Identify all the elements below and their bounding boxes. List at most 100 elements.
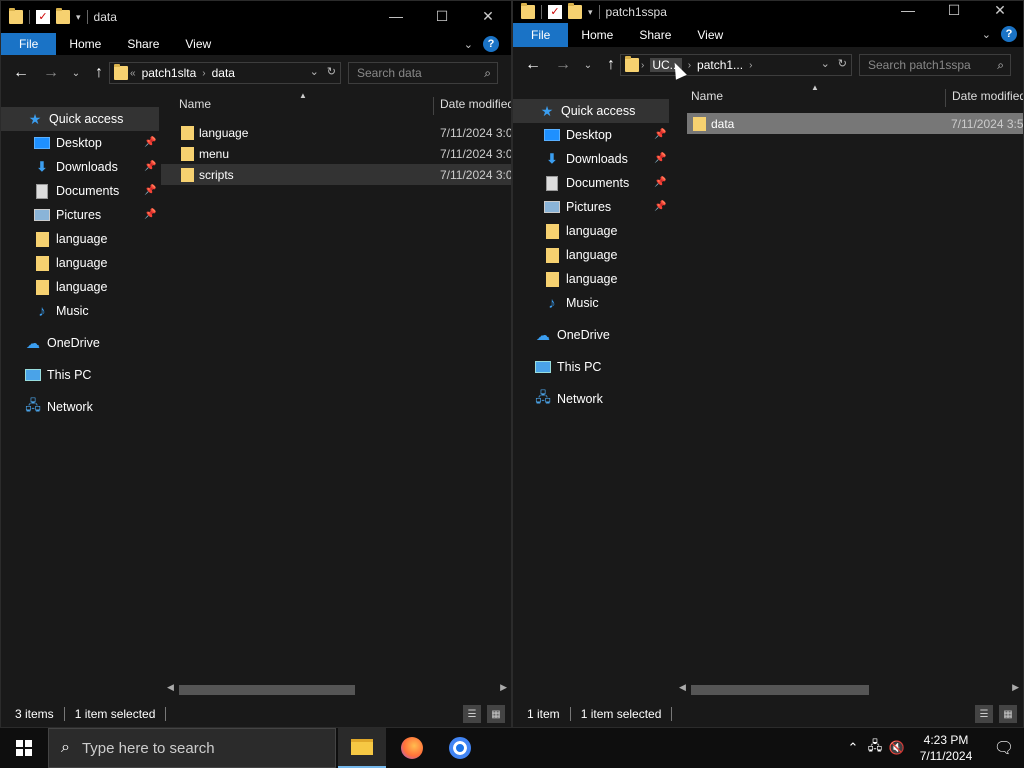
nav-item-language[interactable]: language bbox=[1, 275, 107, 299]
network-status-icon[interactable]: 🖧 bbox=[864, 737, 886, 759]
help-icon[interactable]: ? bbox=[1001, 26, 1017, 42]
overflow-chevron[interactable]: « bbox=[130, 68, 136, 79]
show-hidden-icons-icon[interactable]: ⌃ bbox=[842, 740, 864, 756]
expand-ribbon-icon[interactable]: ⌄ bbox=[982, 28, 991, 41]
close-button[interactable]: ✕ bbox=[465, 1, 511, 31]
properties-icon[interactable]: ✓ bbox=[36, 10, 50, 24]
clock[interactable]: 4:23 PM 7/11/2024 bbox=[908, 732, 984, 764]
nav-item-quick-access[interactable]: ★ Quick access bbox=[1, 107, 159, 131]
customize-toolbar-icon[interactable]: ▾ bbox=[588, 7, 593, 18]
large-icons-view-icon[interactable]: ▦ bbox=[487, 705, 505, 723]
pin-icon[interactable]: 📌 bbox=[144, 137, 156, 148]
breadcrumb-patch1[interactable]: patch1... bbox=[697, 58, 743, 72]
column-name[interactable]: Name bbox=[691, 89, 723, 103]
column-date-modified[interactable]: Date modified bbox=[945, 89, 1023, 107]
file-row[interactable]: language 7/11/2024 3:0 bbox=[161, 122, 511, 143]
tab-file[interactable]: File bbox=[513, 23, 569, 47]
tab-home[interactable]: Home bbox=[56, 33, 114, 55]
notifications-icon[interactable]: 🗨 bbox=[984, 738, 1024, 758]
forward-button[interactable]: → bbox=[551, 56, 575, 74]
nav-item-onedrive[interactable]: ☁ OneDrive bbox=[513, 323, 610, 347]
nav-item-language[interactable]: language bbox=[1, 251, 107, 275]
pin-icon[interactable]: 📌 bbox=[654, 129, 666, 140]
taskbar-firefox[interactable] bbox=[388, 728, 436, 768]
nav-item-desktop[interactable]: Desktop bbox=[513, 123, 612, 147]
title-bar[interactable]: ✓ ▾ patch1sspa — ☐ ✕ bbox=[513, 1, 1023, 23]
nav-item-pictures[interactable]: Pictures bbox=[1, 203, 101, 227]
volume-muted-icon[interactable]: 🔇 bbox=[886, 740, 908, 756]
recent-locations-button[interactable]: ⌄ bbox=[579, 60, 597, 71]
details-view-icon[interactable]: ☰ bbox=[975, 705, 993, 723]
tab-view[interactable]: View bbox=[172, 33, 224, 55]
file-row[interactable]: menu 7/11/2024 3:0 bbox=[161, 143, 511, 164]
nav-item-documents[interactable]: Documents bbox=[513, 171, 629, 195]
nav-item-downloads[interactable]: ⬇ Downloads bbox=[1, 155, 118, 179]
pin-icon[interactable]: 📌 bbox=[144, 185, 156, 196]
refresh-icon[interactable]: ↻ bbox=[327, 65, 336, 78]
title-bar[interactable]: ✓ ▾ data — ☐ ✕ bbox=[1, 1, 511, 33]
refresh-icon[interactable]: ↻ bbox=[838, 57, 847, 70]
pin-icon[interactable]: 📌 bbox=[144, 209, 156, 220]
nav-item-music[interactable]: ♪ Music bbox=[1, 299, 88, 323]
tab-share[interactable]: Share bbox=[626, 24, 684, 46]
maximize-button[interactable]: ☐ bbox=[419, 1, 465, 31]
address-dropdown-icon[interactable]: ⌄ bbox=[821, 57, 830, 70]
nav-item-language[interactable]: language bbox=[513, 243, 617, 267]
taskbar-file-explorer[interactable] bbox=[338, 728, 386, 768]
file-row-selected[interactable]: data 7/11/2024 3:56 bbox=[687, 113, 1023, 134]
help-icon[interactable]: ? bbox=[483, 36, 499, 52]
nav-item-network[interactable]: 🖧 Network bbox=[1, 395, 93, 419]
nav-item-network[interactable]: 🖧 Network bbox=[513, 387, 603, 411]
nav-item-language[interactable]: language bbox=[513, 219, 617, 243]
scroll-left-icon[interactable]: ◀ bbox=[167, 682, 174, 693]
column-name[interactable]: Name bbox=[179, 97, 211, 111]
nav-item-this-pc[interactable]: This PC bbox=[1, 363, 91, 387]
large-icons-view-icon[interactable]: ▦ bbox=[999, 705, 1017, 723]
file-row-selected[interactable]: scripts 7/11/2024 3:0 bbox=[161, 164, 511, 185]
search-input[interactable]: Search data ⌕ bbox=[348, 62, 498, 84]
nav-item-desktop[interactable]: Desktop bbox=[1, 131, 102, 155]
pin-icon[interactable]: 📌 bbox=[654, 177, 666, 188]
minimize-button[interactable]: — bbox=[885, 1, 931, 19]
nav-item-downloads[interactable]: ⬇ Downloads bbox=[513, 147, 628, 171]
pin-icon[interactable]: 📌 bbox=[654, 201, 666, 212]
breadcrumb-separator-icon[interactable]: › bbox=[202, 68, 205, 79]
expand-ribbon-icon[interactable]: ⌄ bbox=[464, 38, 473, 51]
nav-item-language[interactable]: language bbox=[1, 227, 107, 251]
pin-icon[interactable]: 📌 bbox=[654, 153, 666, 164]
properties-icon[interactable]: ✓ bbox=[548, 5, 562, 19]
nav-item-pictures[interactable]: Pictures bbox=[513, 195, 611, 219]
taskbar-chrome[interactable] bbox=[436, 728, 484, 768]
breadcrumb-separator-icon[interactable]: › bbox=[641, 60, 644, 71]
nav-item-language[interactable]: language bbox=[513, 267, 617, 291]
tab-share[interactable]: Share bbox=[114, 33, 172, 55]
nav-item-music[interactable]: ♪ Music bbox=[513, 291, 598, 315]
horizontal-scrollbar[interactable]: ◀ ▶ bbox=[161, 681, 511, 697]
scroll-left-icon[interactable]: ◀ bbox=[679, 682, 686, 693]
breadcrumb-separator-icon[interactable]: › bbox=[688, 60, 691, 71]
start-button[interactable] bbox=[0, 728, 48, 768]
tab-view[interactable]: View bbox=[684, 24, 736, 46]
maximize-button[interactable]: ☐ bbox=[931, 1, 977, 19]
up-button[interactable]: ↑ bbox=[87, 64, 111, 82]
tab-home[interactable]: Home bbox=[568, 24, 626, 46]
back-button[interactable]: ← bbox=[9, 64, 33, 82]
scrollbar-thumb[interactable] bbox=[179, 685, 355, 695]
customize-toolbar-icon[interactable]: ▾ bbox=[76, 12, 81, 23]
nav-item-onedrive[interactable]: ☁ OneDrive bbox=[1, 331, 100, 355]
nav-item-this-pc[interactable]: This PC bbox=[513, 355, 601, 379]
column-date-modified[interactable]: Date modified bbox=[433, 97, 511, 115]
recent-locations-button[interactable]: ⌄ bbox=[67, 68, 85, 79]
scroll-right-icon[interactable]: ▶ bbox=[1012, 682, 1019, 693]
address-bar[interactable]: › UC... › patch1... › ⌄ ↻ bbox=[620, 54, 852, 76]
breadcrumb-patch1slta[interactable]: patch1slta bbox=[142, 66, 197, 80]
horizontal-scrollbar[interactable]: ◀ ▶ bbox=[671, 681, 1023, 697]
close-button[interactable]: ✕ bbox=[977, 1, 1023, 19]
breadcrumb-data[interactable]: data bbox=[212, 66, 235, 80]
nav-item-quick-access[interactable]: ★ Quick access bbox=[513, 99, 669, 123]
new-folder-icon[interactable] bbox=[568, 3, 582, 19]
scroll-right-icon[interactable]: ▶ bbox=[500, 682, 507, 693]
taskbar-search-box[interactable]: ⌕ Type here to search bbox=[48, 728, 336, 768]
address-bar[interactable]: « patch1slta › data ⌄ ↻ bbox=[109, 62, 341, 84]
forward-button[interactable]: → bbox=[39, 64, 63, 82]
